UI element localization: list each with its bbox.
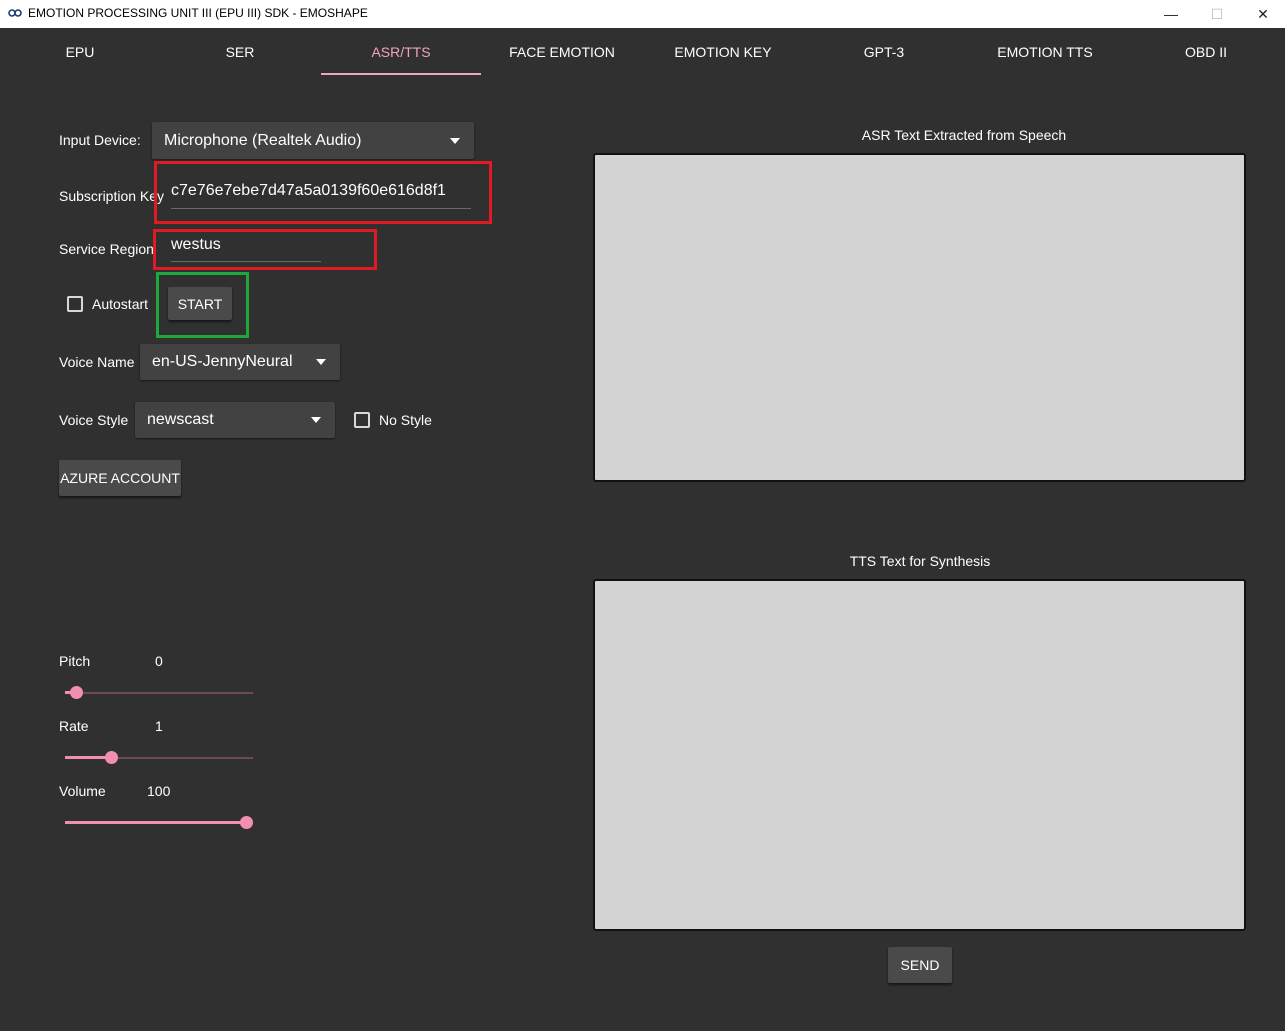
volume-slider-handle[interactable] <box>240 816 253 829</box>
maximize-button[interactable]: ☐ <box>1194 0 1240 28</box>
tab-emotion-key[interactable]: EMOTION KEY <box>643 36 803 76</box>
voice-style-label: Voice Style <box>59 412 129 428</box>
service-region-input[interactable]: westus <box>171 236 321 262</box>
input-device-dropdown[interactable]: Microphone (Realtek Audio) <box>152 122 474 159</box>
voice-name-label: Voice Name <box>59 354 135 370</box>
tab-emotion-tts[interactable]: EMOTION TTS <box>965 36 1125 76</box>
voice-style-value: newscast <box>147 411 214 428</box>
close-icon: ✕ <box>1257 5 1269 22</box>
pitch-value: 0 <box>155 653 163 669</box>
tts-caption: TTS Text for Synthesis <box>849 553 991 569</box>
tab-asr-tts[interactable]: ASR/TTS <box>321 36 481 76</box>
subscription-key-label: Subscription Key <box>59 188 165 204</box>
rate-slider-handle[interactable] <box>105 751 118 764</box>
rate-value: 1 <box>155 718 163 734</box>
emoshape-logo-icon <box>8 9 22 17</box>
minimize-icon: — <box>1164 6 1178 22</box>
window-title: EMOTION PROCESSING UNIT III (EPU III) SD… <box>28 6 368 20</box>
tab-obd-ii[interactable]: OBD II <box>1126 36 1285 76</box>
start-button[interactable]: START <box>168 287 232 320</box>
subscription-key-input[interactable]: c7e76e7ebe7d47a5a0139f60e616d8f1 <box>171 182 471 209</box>
tab-epu[interactable]: EPU <box>0 36 160 76</box>
input-device-value: Microphone (Realtek Audio) <box>164 131 362 149</box>
pitch-slider-track <box>65 692 253 694</box>
pitch-slider-handle[interactable] <box>70 686 83 699</box>
asr-caption: ASR Text Extracted from Speech <box>861 127 1067 143</box>
active-tab-indicator <box>321 73 481 75</box>
no-style-label: No Style <box>379 412 432 428</box>
send-button[interactable]: SEND <box>888 947 952 983</box>
volume-label: Volume <box>59 783 106 799</box>
chevron-down-icon <box>450 137 460 144</box>
voice-style-dropdown[interactable]: newscast <box>135 402 335 438</box>
autostart-label: Autostart <box>92 296 149 312</box>
close-button[interactable]: ✕ <box>1240 0 1285 28</box>
tab-ser[interactable]: SER <box>160 36 320 76</box>
rate-label: Rate <box>59 718 89 734</box>
pitch-label: Pitch <box>59 653 91 669</box>
maximize-icon: ☐ <box>1210 5 1224 22</box>
service-region-label: Service Region <box>59 241 154 257</box>
volume-value: 100 <box>147 783 171 799</box>
voice-name-dropdown[interactable]: en-US-JennyNeural <box>140 344 340 380</box>
voice-name-value: en-US-JennyNeural <box>152 353 293 370</box>
tts-text-area[interactable] <box>593 579 1246 931</box>
rate-slider[interactable] <box>65 751 253 765</box>
azure-account-button[interactable]: AZURE ACCOUNT <box>59 460 181 496</box>
minimize-button[interactable]: — <box>1148 0 1194 28</box>
chevron-down-icon <box>316 359 326 365</box>
autostart-checkbox[interactable] <box>67 296 83 312</box>
no-style-checkbox[interactable] <box>354 412 370 428</box>
chevron-down-icon <box>311 417 321 423</box>
volume-slider-fill <box>65 821 246 824</box>
volume-slider[interactable] <box>65 816 253 830</box>
pitch-slider[interactable] <box>65 686 253 700</box>
input-device-label: Input Device: <box>59 132 141 148</box>
tab-gpt3[interactable]: GPT-3 <box>804 36 964 76</box>
tab-face-emotion[interactable]: FACE EMOTION <box>482 36 642 76</box>
asr-text-area[interactable] <box>593 153 1246 482</box>
